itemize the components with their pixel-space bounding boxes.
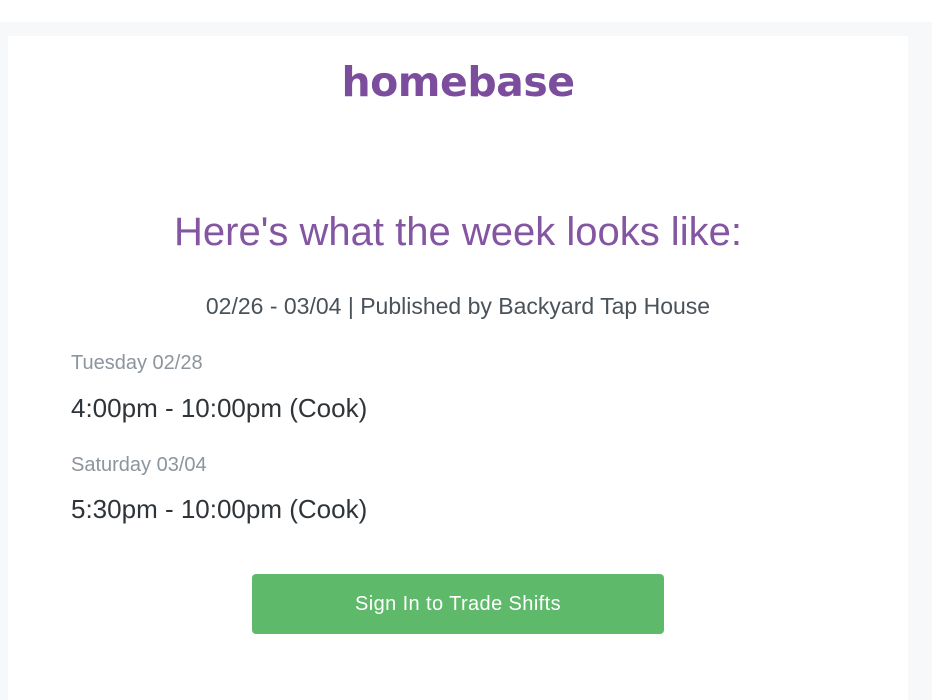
shift-day-label: Tuesday 02/28 <box>71 352 203 374</box>
sign-in-trade-shifts-button[interactable]: Sign In to Trade Shifts <box>252 574 664 634</box>
shift-time: 4:00pm - 10:00pm (Cook) <box>71 393 368 423</box>
schedule-summary: 02/26 - 03/04 | Published by Backyard Ta… <box>205 293 711 319</box>
homebase-logo: homebase <box>341 58 575 106</box>
shift-day-label: Saturday 03/04 <box>71 454 207 476</box>
top-strip <box>0 0 932 22</box>
page-title: Here's what the week looks like: <box>174 210 742 254</box>
shift-time: 5:30pm - 10:00pm (Cook) <box>71 494 368 524</box>
